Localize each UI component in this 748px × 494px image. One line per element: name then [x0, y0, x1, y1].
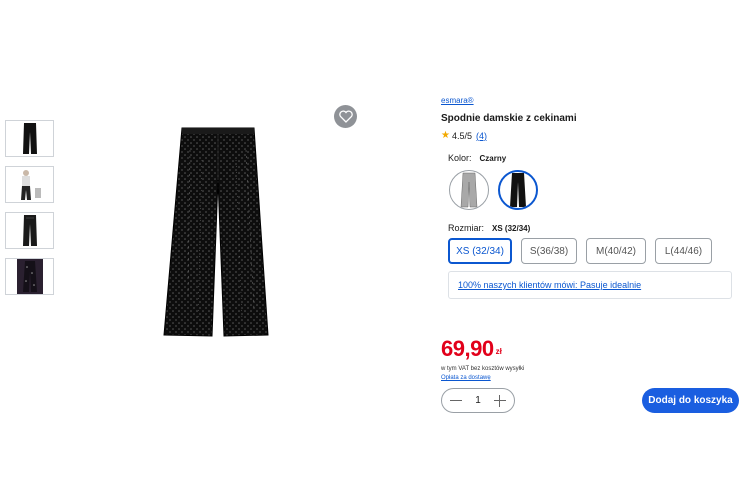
thumbnail-3[interactable] — [5, 212, 54, 249]
size-options: XS (32/34) S(36/38) M(40/42) L(44/46) — [448, 238, 712, 264]
black-pants-icon — [510, 173, 526, 207]
main-product-image — [150, 120, 280, 345]
silver-pants-icon — [460, 172, 478, 208]
decrement-button[interactable] — [449, 394, 463, 408]
color-label: Kolor: — [448, 153, 472, 163]
color-swatch-silver[interactable] — [449, 170, 489, 210]
size-option-s[interactable]: S(36/38) — [521, 238, 577, 264]
delivery-cost-link[interactable]: Opłata za dostawę — [441, 375, 491, 381]
price: 69,90 zł — [441, 336, 502, 362]
add-to-cart-button[interactable]: Dodaj do koszyka — [642, 388, 739, 413]
heart-icon — [338, 110, 353, 123]
thumbnail-1[interactable] — [5, 120, 54, 157]
brand-link[interactable]: esmara® — [441, 96, 474, 105]
size-option-m[interactable]: M(40/42) — [586, 238, 646, 264]
rating: ★ 4.5/5 (4) — [441, 130, 487, 141]
pants-front-thumb-icon — [22, 123, 37, 154]
thumbnail-2[interactable] — [5, 166, 54, 203]
favorite-button[interactable] — [334, 105, 357, 128]
rating-value: 4.5/5 — [451, 130, 472, 141]
color-selected: Czarny — [479, 154, 507, 163]
price-value: 69,90 — [441, 336, 494, 361]
price-currency: zł — [495, 347, 502, 356]
pants-back-thumb-icon — [22, 215, 37, 246]
size-option-l[interactable]: L(44/46) — [655, 238, 712, 264]
vat-note: w tym VAT bez kosztów wysyłki — [441, 366, 525, 372]
review-count-link[interactable]: (4) — [476, 131, 487, 141]
color-label-row: Kolor: Czarny — [448, 153, 506, 163]
color-swatch-black[interactable] — [498, 170, 538, 210]
increment-button[interactable] — [493, 394, 507, 408]
product-title: Spodnie damskie z cekinami — [441, 113, 577, 124]
quantity-stepper: 1 — [441, 388, 515, 413]
sequin-detail-thumb-icon — [16, 259, 43, 294]
size-selected: XS (32/34) — [492, 224, 531, 233]
thumbnail-4[interactable] — [5, 258, 54, 295]
size-option-xs[interactable]: XS (32/34) — [448, 238, 512, 264]
sequin-pants-image — [163, 127, 269, 337]
quantity-value[interactable]: 1 — [475, 395, 481, 406]
fit-feedback-box: 100% naszych klientów mówi: Pasuje ideal… — [448, 271, 732, 299]
star-icon: ★ — [441, 130, 450, 141]
fit-feedback-link[interactable]: 100% naszych klientów mówi: Pasuje ideal… — [458, 280, 641, 290]
thumbnail-gallery — [5, 120, 54, 304]
pants-model-thumb-icon — [20, 170, 41, 200]
size-label: Rozmiar: — [448, 223, 485, 233]
size-label-row: Rozmiar: XS (32/34) — [448, 223, 530, 233]
